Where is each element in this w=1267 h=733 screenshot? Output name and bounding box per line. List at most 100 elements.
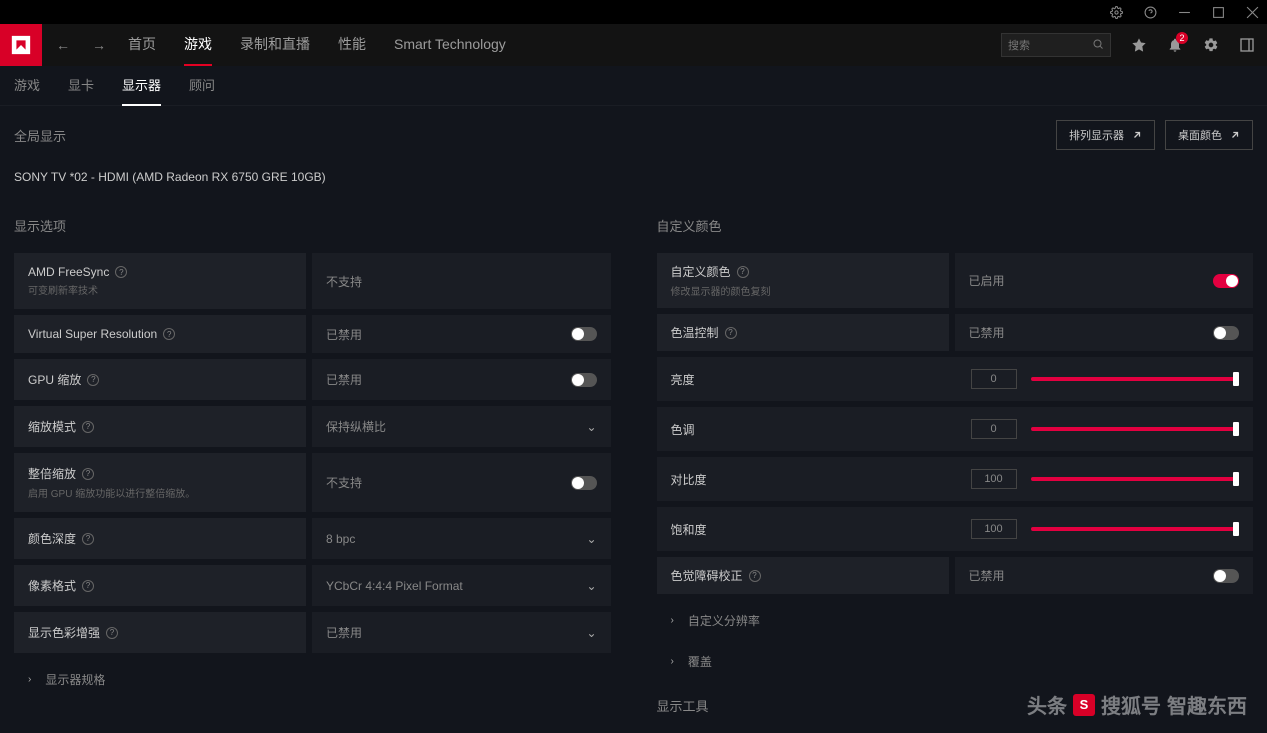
favorites-star-icon[interactable]	[1131, 37, 1147, 53]
search-input[interactable]: 搜索	[1001, 33, 1111, 57]
display-specs-label: 显示器规格	[45, 671, 105, 688]
sub-navbar: 游戏 显卡 显示器 顾问	[0, 66, 1267, 106]
freesync-label: AMD FreeSync	[28, 265, 109, 279]
cvd-toggle[interactable]	[1213, 569, 1239, 583]
chevron-down-icon: ⌄	[586, 420, 596, 434]
hue-slider-row: 色调 0	[657, 407, 1254, 451]
intscale-toggle[interactable]	[571, 476, 597, 490]
watermark-author: 智趣东西	[1167, 690, 1247, 719]
panel-dock-icon[interactable]	[1239, 37, 1255, 53]
window-titlebar	[0, 0, 1267, 24]
search-placeholder: 搜索	[1008, 37, 1030, 53]
info-icon[interactable]: ?	[82, 468, 94, 480]
freesync-sublabel: 可变刷新率技术	[28, 282, 292, 297]
settings-gear-icon[interactable]	[1203, 37, 1219, 53]
external-arrow-icon	[1230, 130, 1240, 140]
tab-home[interactable]: 首页	[128, 24, 156, 66]
freesync-label-cell: AMD FreeSync? 可变刷新率技术	[14, 253, 306, 309]
contrast-value-input[interactable]: 100	[971, 469, 1017, 489]
cvd-label: 色觉障碍校正	[671, 567, 743, 584]
vsr-toggle[interactable]	[571, 327, 597, 341]
sohu-logo-icon: S	[1073, 694, 1095, 716]
chevron-down-icon: ⌄	[586, 579, 596, 593]
tab-smart-tech[interactable]: Smart Technology	[394, 24, 506, 66]
scalemode-dropdown[interactable]: 保持纵横比 ⌄	[312, 406, 611, 447]
minimize-icon[interactable]	[1177, 5, 1191, 19]
info-icon[interactable]: ?	[749, 570, 761, 582]
desktop-color-button[interactable]: 桌面颜色	[1165, 120, 1253, 150]
info-icon[interactable]: ?	[82, 580, 94, 592]
contrast-slider[interactable]	[1031, 477, 1240, 481]
tab-performance[interactable]: 性能	[338, 24, 366, 66]
brightness-value-input[interactable]: 0	[971, 369, 1017, 389]
info-icon[interactable]: ?	[82, 533, 94, 545]
cvd-value: 已禁用	[969, 567, 1005, 584]
nav-forward-icon[interactable]: →	[92, 37, 106, 53]
saturation-label: 饱和度	[671, 521, 957, 538]
display-specs-expander[interactable]: › 显示器规格	[14, 659, 611, 700]
notifications-bell-icon[interactable]: 2	[1167, 37, 1183, 53]
tempctrl-label-cell: 色温控制?	[657, 314, 949, 351]
pixelformat-dropdown[interactable]: YCbCr 4:4:4 Pixel Format ⌄	[312, 565, 611, 606]
brightness-slider[interactable]	[1031, 377, 1240, 381]
override-expander[interactable]: › 覆盖	[657, 641, 1254, 682]
subtab-display[interactable]: 显示器	[122, 66, 161, 106]
gpuscale-value: 已禁用	[326, 371, 362, 388]
colorenhance-dropdown[interactable]: 已禁用 ⌄	[312, 612, 611, 653]
info-icon[interactable]: ?	[82, 421, 94, 433]
saturation-slider[interactable]	[1031, 527, 1240, 531]
nav-back-icon[interactable]: ←	[56, 37, 70, 53]
tempctrl-toggle[interactable]	[1213, 326, 1239, 340]
freesync-value: 不支持	[312, 253, 611, 309]
custom-color-title: 自定义颜色	[657, 216, 1254, 235]
info-icon[interactable]: ?	[163, 328, 175, 340]
desktop-color-label: 桌面颜色	[1178, 127, 1222, 143]
customcolor-toggle[interactable]	[1213, 274, 1239, 288]
tab-record[interactable]: 录制和直播	[240, 24, 310, 66]
tempctrl-value-cell: 已禁用	[955, 314, 1254, 351]
customcolor-label: 自定义颜色	[671, 263, 731, 280]
info-icon[interactable]: ?	[737, 266, 749, 278]
amd-logo-icon[interactable]	[0, 24, 42, 66]
gpuscale-toggle[interactable]	[571, 373, 597, 387]
colordepth-label: 颜色深度	[28, 530, 76, 547]
hue-slider[interactable]	[1031, 427, 1240, 431]
colordepth-label-cell: 颜色深度?	[14, 518, 306, 559]
tab-games[interactable]: 游戏	[184, 24, 212, 66]
maximize-icon[interactable]	[1211, 5, 1225, 19]
info-icon[interactable]: ?	[725, 327, 737, 339]
intscale-sublabel: 启用 GPU 缩放功能以进行整倍缩放。	[28, 485, 292, 500]
help-icon[interactable]	[1143, 5, 1157, 19]
saturation-value-input[interactable]: 100	[971, 519, 1017, 539]
info-icon[interactable]: ?	[87, 374, 99, 386]
hue-value-input[interactable]: 0	[971, 419, 1017, 439]
intscale-label-cell: 整倍缩放? 启用 GPU 缩放功能以进行整倍缩放。	[14, 453, 306, 512]
brightness-label: 亮度	[671, 371, 957, 388]
chevron-right-icon: ›	[28, 674, 31, 685]
info-icon[interactable]: ?	[106, 627, 118, 639]
settings-gear-icon[interactable]	[1109, 5, 1123, 19]
colordepth-dropdown[interactable]: 8 bpc ⌄	[312, 518, 611, 559]
watermark-headline: 头条	[1027, 690, 1067, 719]
slider-thumb-icon	[1233, 522, 1239, 536]
intscale-value: 不支持	[326, 474, 362, 491]
subtab-game[interactable]: 游戏	[14, 66, 40, 106]
close-icon[interactable]	[1245, 5, 1259, 19]
customcolor-value-cell: 已启用	[955, 253, 1254, 308]
watermark: 头条 S 搜狐号 智趣东西	[1027, 690, 1247, 719]
custom-resolution-expander[interactable]: › 自定义分辨率	[657, 600, 1254, 641]
subtab-gpu[interactable]: 显卡	[68, 66, 94, 106]
vsr-value-cell: 已禁用	[312, 315, 611, 353]
info-icon[interactable]: ?	[115, 266, 127, 278]
pixelformat-label-cell: 像素格式?	[14, 565, 306, 606]
subtab-advisor[interactable]: 顾问	[189, 66, 215, 106]
vsr-label: Virtual Super Resolution	[28, 327, 157, 341]
customcolor-value: 已启用	[969, 272, 1005, 289]
external-arrow-icon	[1132, 130, 1142, 140]
colorenhance-value: 已禁用	[326, 624, 362, 641]
vsr-label-cell: Virtual Super Resolution?	[14, 315, 306, 353]
customcolor-sublabel: 修改显示器的颜色复刻	[671, 283, 935, 298]
arrange-displays-button[interactable]: 排列显示器	[1056, 120, 1155, 150]
scalemode-value: 保持纵横比	[326, 418, 386, 435]
tempctrl-value: 已禁用	[969, 324, 1005, 341]
